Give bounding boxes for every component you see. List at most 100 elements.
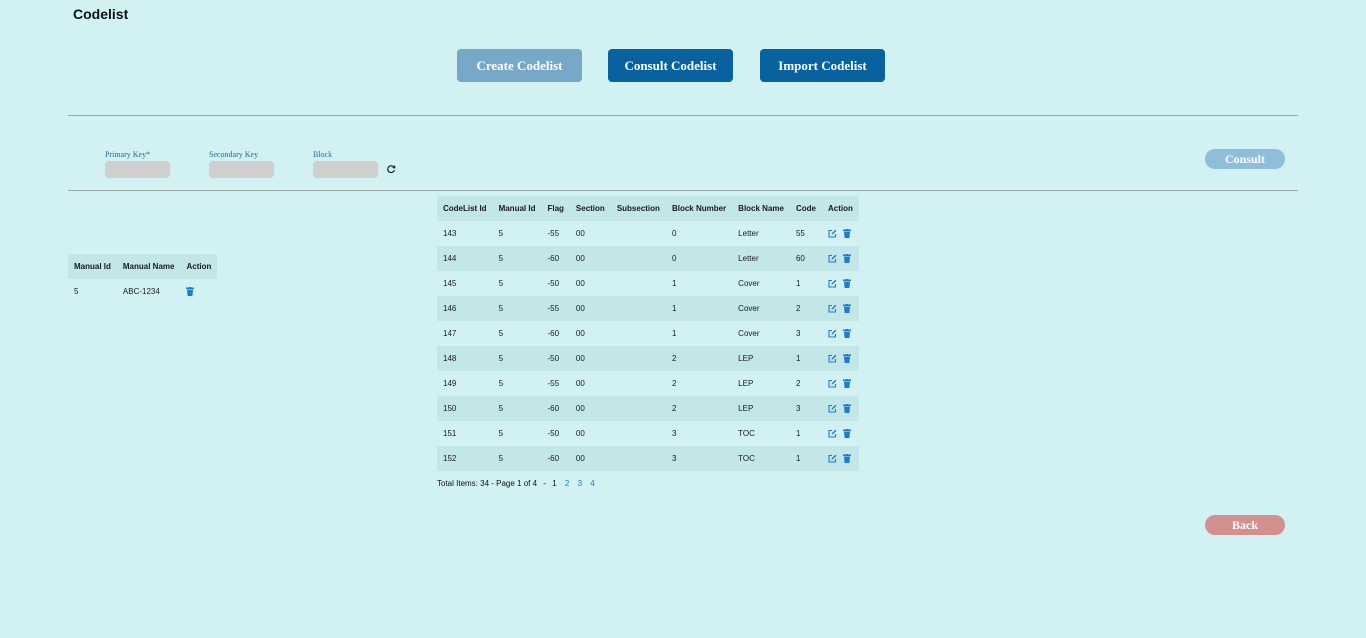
edit-icon[interactable] — [828, 454, 837, 463]
flag-cell: -55 — [541, 296, 570, 321]
column-header-manual-id: Manual Id — [68, 254, 117, 279]
table-row[interactable]: 146 5 -55 00 1 Cover 2 — [437, 296, 859, 321]
primary-key-field: Primary Key* — [105, 150, 170, 178]
subsection-cell — [611, 371, 666, 396]
flag-cell: -50 — [541, 346, 570, 371]
block-number-cell: 2 — [671, 379, 677, 388]
secondary-key-input[interactable] — [209, 161, 274, 178]
code-cell: 2 — [795, 379, 801, 388]
code-cell: 3 — [795, 329, 801, 338]
block-name-cell: Cover — [738, 329, 760, 338]
section-cell: 00 — [569, 396, 611, 421]
primary-key-input[interactable] — [105, 161, 170, 178]
edit-icon[interactable] — [828, 229, 837, 238]
edit-icon[interactable] — [828, 279, 837, 288]
codelist-id-cell: 143 — [443, 229, 457, 238]
action-cell — [821, 396, 859, 421]
back-button[interactable]: Back — [1205, 515, 1285, 535]
manual-name-cell: ABC-1234 — [122, 287, 160, 296]
trash-icon[interactable] — [842, 454, 851, 464]
trash-icon[interactable] — [842, 354, 851, 364]
trash-icon[interactable] — [842, 379, 851, 389]
divider-middle — [68, 190, 1298, 191]
action-cell — [822, 371, 859, 396]
block-name-cell: LEP — [738, 379, 754, 388]
table-row[interactable]: 5 ABC-1234 — [68, 279, 217, 304]
column-header-manual-name: Manual Name — [116, 254, 181, 279]
page-current: 1 — [552, 479, 557, 488]
pagination-separator: - — [543, 479, 546, 488]
consult-codelist-button[interactable]: Consult Codelist — [608, 49, 733, 82]
table-row[interactable]: 145 5 -50 00 1 Cover 1 — [437, 271, 859, 296]
pagination: Total Items: 34 - Page 1 of 4 - 1 2 3 4 — [437, 479, 595, 488]
table-row[interactable]: 148 5 -50 00 2 LEP 1 — [437, 346, 859, 371]
table-row[interactable]: 152 5 -60 00 3 TOC 1 — [437, 446, 859, 471]
refresh-icon[interactable] — [386, 164, 396, 174]
manual-id-cell: 5 — [498, 229, 504, 238]
table-row[interactable]: 151 5 -50 00 3 TOC 1 — [437, 421, 859, 446]
page-link-4[interactable]: 4 — [590, 479, 594, 488]
block-name-cell: TOC — [732, 446, 790, 471]
action-cell — [180, 279, 217, 304]
table-row[interactable]: 149 5 -55 00 2 LEP 2 — [437, 371, 859, 396]
section-cell: 00 — [569, 346, 611, 371]
flag-cell: -60 — [541, 246, 570, 271]
action-cell — [821, 346, 859, 371]
block-name-cell: Cover — [732, 296, 790, 321]
divider-top — [68, 115, 1298, 116]
manual-id-cell: 5 — [492, 446, 542, 471]
table-row[interactable]: 147 5 -60 00 1 Cover 3 — [437, 321, 859, 346]
flag-cell: -55 — [547, 379, 560, 388]
primary-key-label: Primary Key* — [105, 150, 151, 159]
block-name-cell: LEP — [732, 396, 790, 421]
subsection-cell — [611, 271, 666, 296]
subsection-cell — [611, 221, 666, 246]
codelist-table-header: CodeList Id Manual Id Flag Section Subsectio… — [437, 196, 859, 221]
trash-icon[interactable] — [842, 254, 851, 264]
flag-cell: -50 — [547, 429, 560, 438]
edit-icon[interactable] — [828, 354, 837, 363]
page-link-3[interactable]: 3 — [578, 479, 582, 488]
edit-icon[interactable] — [828, 329, 837, 338]
block-input[interactable] — [313, 161, 378, 178]
trash-icon[interactable] — [842, 404, 851, 414]
block-number-cell: 3 — [665, 446, 733, 471]
block-number-cell: 0 — [671, 229, 677, 238]
edit-icon[interactable] — [828, 254, 837, 263]
block-number-cell: 1 — [671, 279, 677, 288]
action-cell — [822, 321, 859, 346]
trash-icon[interactable] — [842, 279, 851, 289]
secondary-key-field: Secondary Key — [209, 150, 274, 178]
section-cell: 00 — [569, 296, 611, 321]
page-link-2[interactable]: 2 — [565, 479, 569, 488]
consult-button[interactable]: Consult — [1205, 149, 1285, 169]
code-cell: 1 — [789, 346, 822, 371]
column-header-block-name: Block Name — [732, 196, 790, 221]
flag-cell: -60 — [541, 446, 570, 471]
trash-icon[interactable] — [842, 429, 851, 439]
section-cell: 00 — [575, 279, 585, 288]
manual-id-cell: 5 — [498, 429, 504, 438]
column-header-action: Action — [180, 254, 218, 279]
trash-icon[interactable] — [842, 229, 851, 239]
table-row[interactable]: 143 5 -55 00 0 Letter 55 — [437, 221, 859, 246]
code-cell: 3 — [789, 396, 822, 421]
create-codelist-button[interactable]: Create Codelist — [457, 49, 582, 82]
action-cell — [821, 446, 859, 471]
trash-icon[interactable] — [842, 304, 851, 314]
table-row[interactable]: 144 5 -60 00 0 Letter 60 — [437, 246, 859, 271]
edit-icon[interactable] — [828, 404, 837, 413]
block-name-cell: Cover — [738, 279, 760, 288]
edit-icon[interactable] — [828, 304, 837, 313]
trash-icon[interactable] — [186, 287, 195, 297]
action-cell — [822, 221, 859, 246]
edit-icon[interactable] — [828, 429, 837, 438]
table-row[interactable]: 150 5 -60 00 2 LEP 3 — [437, 396, 859, 421]
code-cell: 1 — [795, 279, 801, 288]
column-header-section: Section — [569, 196, 611, 221]
subsection-cell — [611, 321, 666, 346]
manual-id-cell: 5 — [492, 296, 542, 321]
edit-icon[interactable] — [828, 379, 837, 388]
import-codelist-button[interactable]: Import Codelist — [760, 49, 885, 82]
trash-icon[interactable] — [842, 329, 851, 339]
